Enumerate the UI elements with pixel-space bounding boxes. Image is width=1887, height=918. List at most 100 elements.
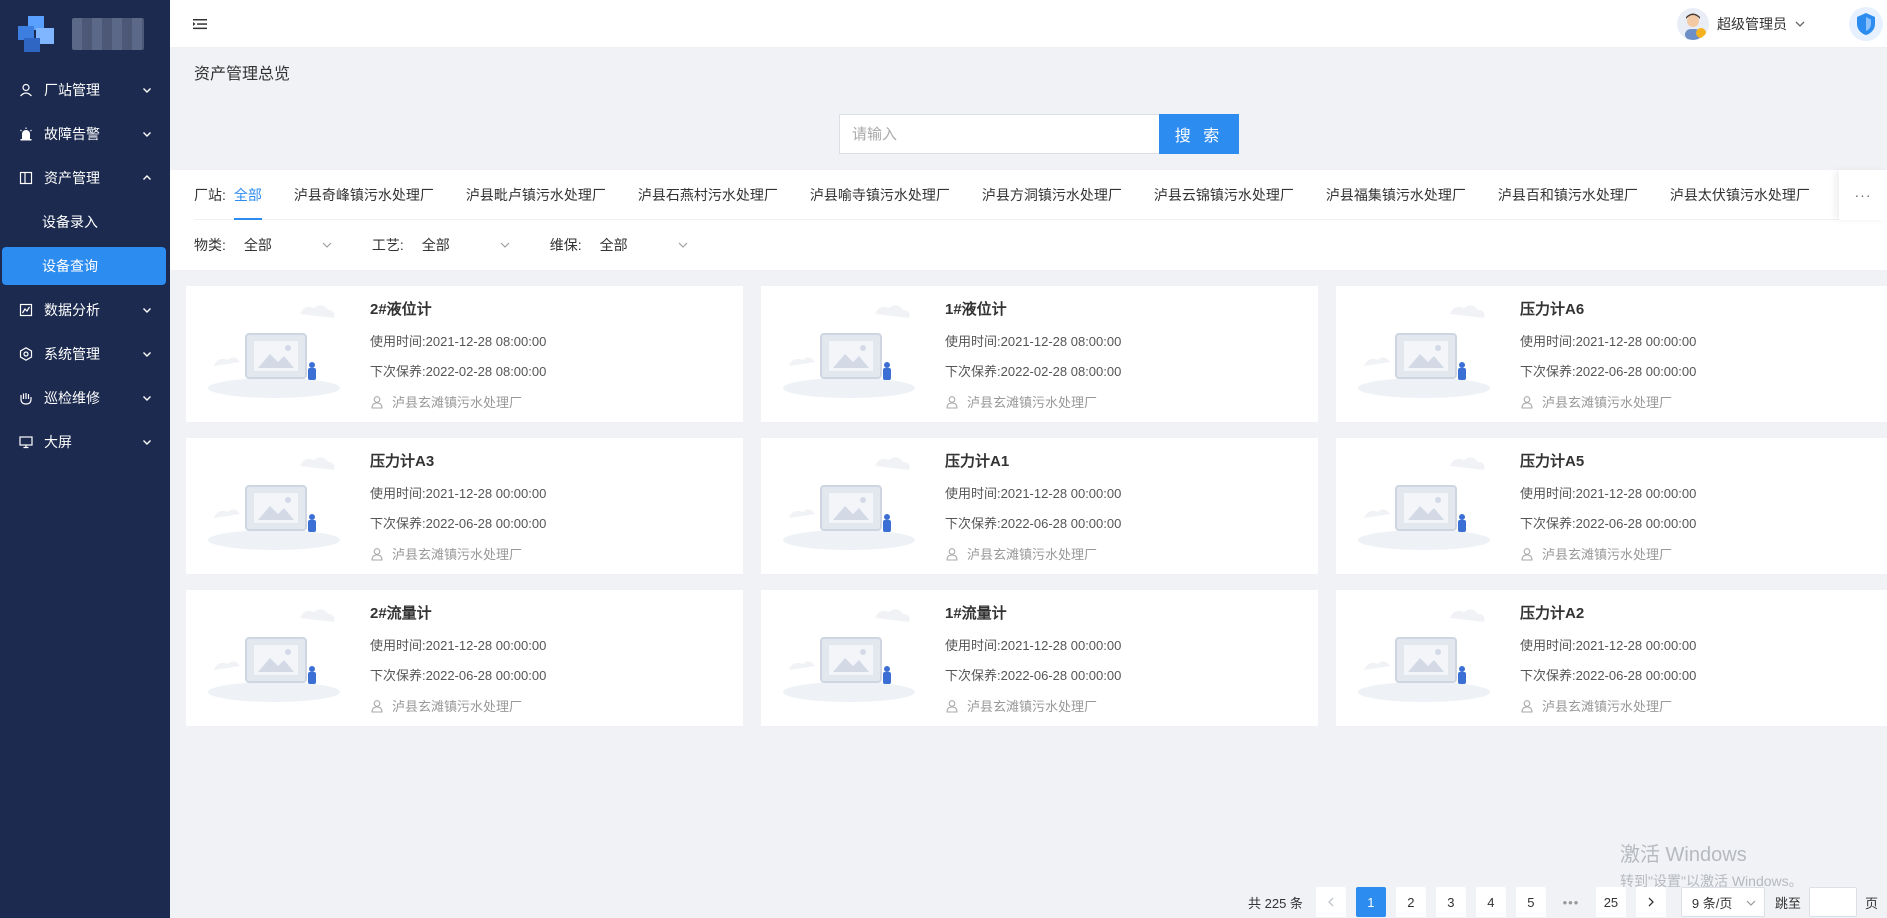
sidebar-item-1[interactable]: 故障告警 — [0, 112, 170, 156]
user-menu[interactable]: 超级管理员 — [1677, 7, 1805, 41]
hand-icon — [18, 390, 34, 406]
chevron-down-icon — [143, 308, 151, 313]
device-location-text: 泸县玄滩镇污水处理厂 — [392, 699, 523, 714]
device-location: 泸县玄滩镇污水处理厂 — [370, 696, 522, 715]
avatar — [1677, 8, 1709, 40]
shield-icon[interactable] — [1849, 7, 1883, 41]
station-tab[interactable]: 泸县石燕村污水处理厂 — [638, 170, 778, 220]
next-maintenance-label: 下次保养: — [1520, 364, 1576, 379]
sidebar-item-3[interactable]: 数据分析 — [0, 288, 170, 332]
page-title: 资产管理总览 — [194, 66, 291, 83]
device-location-text: 泸县玄滩镇污水处理厂 — [1542, 699, 1673, 714]
filter-label: 工艺: — [371, 237, 404, 253]
search-bar: 搜 索 — [839, 114, 1239, 154]
user-icon — [946, 547, 958, 561]
filter-select[interactable]: 全部 — [232, 230, 342, 260]
device-card[interactable]: 2#流量计 使用时间:2021-12-28 00:00:00 下次保养:2022-0… — [186, 590, 743, 726]
sidebar-item-5[interactable]: 巡检维修 — [0, 376, 170, 420]
station-tab[interactable]: 泸县福集镇污水处理厂 — [1326, 170, 1466, 220]
sidebar-item-6[interactable]: 大屏 — [0, 420, 170, 464]
user-icon — [18, 82, 34, 98]
filter-selects: 物类: 全部 工艺: 全部 维保: 全部 — [194, 220, 728, 270]
sidebar-item-label: 大屏 — [44, 434, 72, 450]
next-maintenance-label: 下次保养: — [945, 668, 1001, 683]
sidebar-item-4[interactable]: 系统管理 — [0, 332, 170, 376]
device-card[interactable]: 2#液位计 使用时间:2021-12-28 08:00:00 下次保养:2022-0… — [186, 286, 743, 422]
filter-select-value: 全部 — [421, 237, 450, 253]
station-tab[interactable]: 泸县喻寺镇污水处理厂 — [810, 170, 950, 220]
search-input[interactable] — [839, 114, 1159, 154]
filter-select[interactable]: 全部 — [588, 230, 698, 260]
sidebar-item-0[interactable]: 厂站管理 — [0, 68, 170, 112]
device-name: 压力计A3 — [370, 453, 435, 470]
device-location-text: 泸县玄滩镇污水处理厂 — [967, 699, 1098, 714]
device-location-text: 泸县玄滩镇污水处理厂 — [967, 547, 1098, 562]
use-time-label: 使用时间: — [1520, 638, 1576, 653]
total-count: 共 225 条 — [1248, 895, 1303, 911]
next-maintenance-value: 2022-06-28 00:00:00 — [1000, 668, 1122, 683]
device-location: 泸县玄滩镇污水处理厂 — [1520, 544, 1672, 563]
device-image-placeholder — [1354, 600, 1494, 710]
user-icon — [371, 699, 383, 713]
watermark-line1: 激活 Windows — [1620, 844, 1747, 866]
jump-page-input[interactable] — [1808, 887, 1857, 917]
station-tab[interactable]: 泸县百和镇污水处理厂 — [1498, 170, 1638, 220]
device-image-placeholder — [1354, 296, 1494, 406]
menu-collapse-icon[interactable] — [192, 16, 208, 32]
logo — [0, 0, 170, 68]
chevron-up-icon — [143, 175, 151, 180]
next-maintenance-value: 2022-06-28 00:00:00 — [425, 668, 547, 683]
next-page-button[interactable] — [1635, 887, 1666, 917]
next-maintenance-value: 2022-02-28 08:00:00 — [1000, 364, 1122, 379]
station-tab[interactable]: 泸县云锦镇污水处理厂 — [1154, 170, 1294, 220]
device-location-text: 泸县玄滩镇污水处理厂 — [1542, 395, 1673, 410]
page-5[interactable]: 5 — [1515, 887, 1546, 917]
device-card[interactable]: 压力计A1 使用时间:2021-12-28 00:00:00 下次保养:2022-0… — [761, 438, 1318, 574]
use-time-row: 使用时间:2021-12-28 00:00:00 — [1520, 483, 1696, 502]
chevron-down-icon — [143, 132, 151, 137]
next-maintenance-label: 下次保养: — [945, 516, 1001, 531]
next-maintenance-label: 下次保养: — [370, 668, 426, 683]
filter-select[interactable]: 全部 — [410, 230, 520, 260]
device-card[interactable]: 压力计A5 使用时间:2021-12-28 00:00:00 下次保养:2022-0… — [1336, 438, 1887, 574]
filter-label: 物类: — [194, 237, 226, 253]
page-number-list: 12345 — [1351, 887, 1551, 917]
device-location-text: 泸县玄滩镇污水处理厂 — [392, 395, 523, 410]
device-card[interactable]: 1#液位计 使用时间:2021-12-28 08:00:00 下次保养:2022-0… — [761, 286, 1318, 422]
prev-page-button[interactable] — [1315, 887, 1346, 917]
page-4[interactable]: 4 — [1475, 887, 1506, 917]
station-tab[interactable]: 泸县太伏镇污水处理厂 — [1670, 170, 1810, 220]
sidebar-subitem-1[interactable]: 设备查询 — [2, 247, 166, 285]
page-last[interactable]: 25 — [1595, 887, 1626, 917]
device-name: 压力计A1 — [945, 453, 1010, 470]
next-maintenance-row: 下次保养:2022-06-28 00:00:00 — [370, 665, 546, 684]
page-size-select[interactable]: 9 条/页 — [1680, 887, 1765, 917]
next-maintenance-row: 下次保养:2022-06-28 00:00:00 — [1520, 513, 1696, 532]
device-image-placeholder — [779, 600, 919, 710]
page-ellipsis[interactable]: ••• — [1556, 887, 1586, 917]
page-3[interactable]: 3 — [1435, 887, 1466, 917]
station-tab[interactable]: 泸县方洞镇污水处理厂 — [982, 170, 1122, 220]
station-tab[interactable]: 全部 — [233, 170, 262, 220]
sidebar-item-label: 系统管理 — [44, 346, 100, 362]
device-name: 1#流量计 — [945, 605, 1007, 622]
chevron-down-icon — [143, 352, 151, 357]
device-card[interactable]: 压力计A3 使用时间:2021-12-28 00:00:00 下次保养:2022-0… — [186, 438, 743, 574]
sidebar-subitem-0[interactable]: 设备录入 — [0, 200, 170, 244]
station-tab[interactable]: 泸县毗卢镇污水处理厂 — [466, 170, 606, 220]
station-tab[interactable]: 泸县奇峰镇污水处理厂 — [294, 170, 434, 220]
logo-cube-icon — [18, 16, 54, 52]
device-card[interactable]: 1#流量计 使用时间:2021-12-28 00:00:00 下次保养:2022-0… — [761, 590, 1318, 726]
device-card[interactable]: 压力计A6 使用时间:2021-12-28 00:00:00 下次保养:2022-0… — [1336, 286, 1887, 422]
use-time-value: 2021-12-28 00:00:00 — [1575, 486, 1697, 501]
chevron-right-icon — [1648, 897, 1654, 907]
device-card[interactable]: 压力计A2 使用时间:2021-12-28 00:00:00 下次保养:2022-0… — [1336, 590, 1887, 726]
page-2[interactable]: 2 — [1395, 887, 1426, 917]
more-tabs-button[interactable]: ··· — [1839, 170, 1887, 220]
page-1[interactable]: 1 — [1355, 887, 1386, 917]
search-button[interactable]: 搜 索 — [1159, 114, 1239, 154]
use-time-value: 2021-12-28 00:00:00 — [425, 486, 547, 501]
use-time-row: 使用时间:2021-12-28 00:00:00 — [370, 635, 546, 654]
page-size-value: 9 条/页 — [1691, 895, 1733, 911]
sidebar-item-2[interactable]: 资产管理 — [0, 156, 170, 200]
